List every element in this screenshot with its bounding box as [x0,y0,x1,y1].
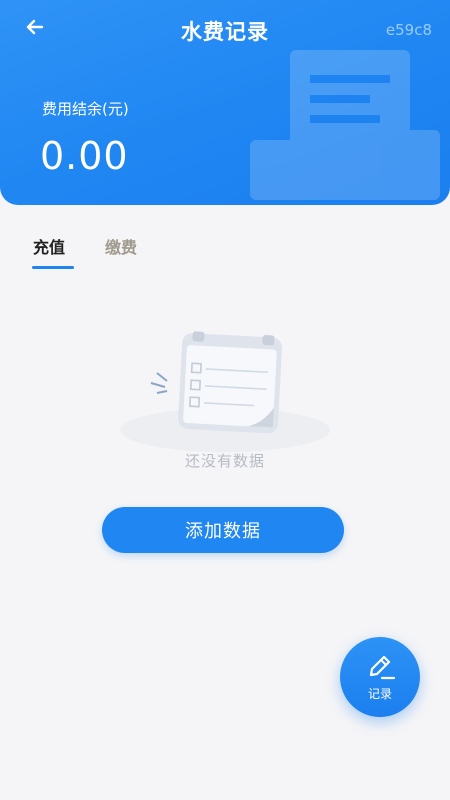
empty-state-text: 还没有数据 [184,452,265,470]
empty-notebook-icon [120,331,330,452]
balance-label: 费用结余(元) [42,100,129,118]
balance-value: 0.00 [40,134,129,178]
record-code: e59c8 [385,21,432,39]
page-title: 水费记录 [181,20,269,44]
tab-active-indicator [32,266,74,269]
record-fab-button[interactable]: 记录 [340,637,420,717]
record-fab-label: 记录 [367,686,392,701]
header-banner: 水费记录 e59c8 费用结余(元) 0.00 [0,0,450,205]
bill-illustration-icon [250,50,440,200]
tab-payment[interactable]: 缴费 [105,234,137,258]
tab-bar: 充值 缴费 [0,230,450,274]
edit-pen-icon [369,655,396,679]
tab-recharge[interactable]: 充值 [33,234,65,258]
add-data-button[interactable]: 添加数据 [102,507,344,553]
